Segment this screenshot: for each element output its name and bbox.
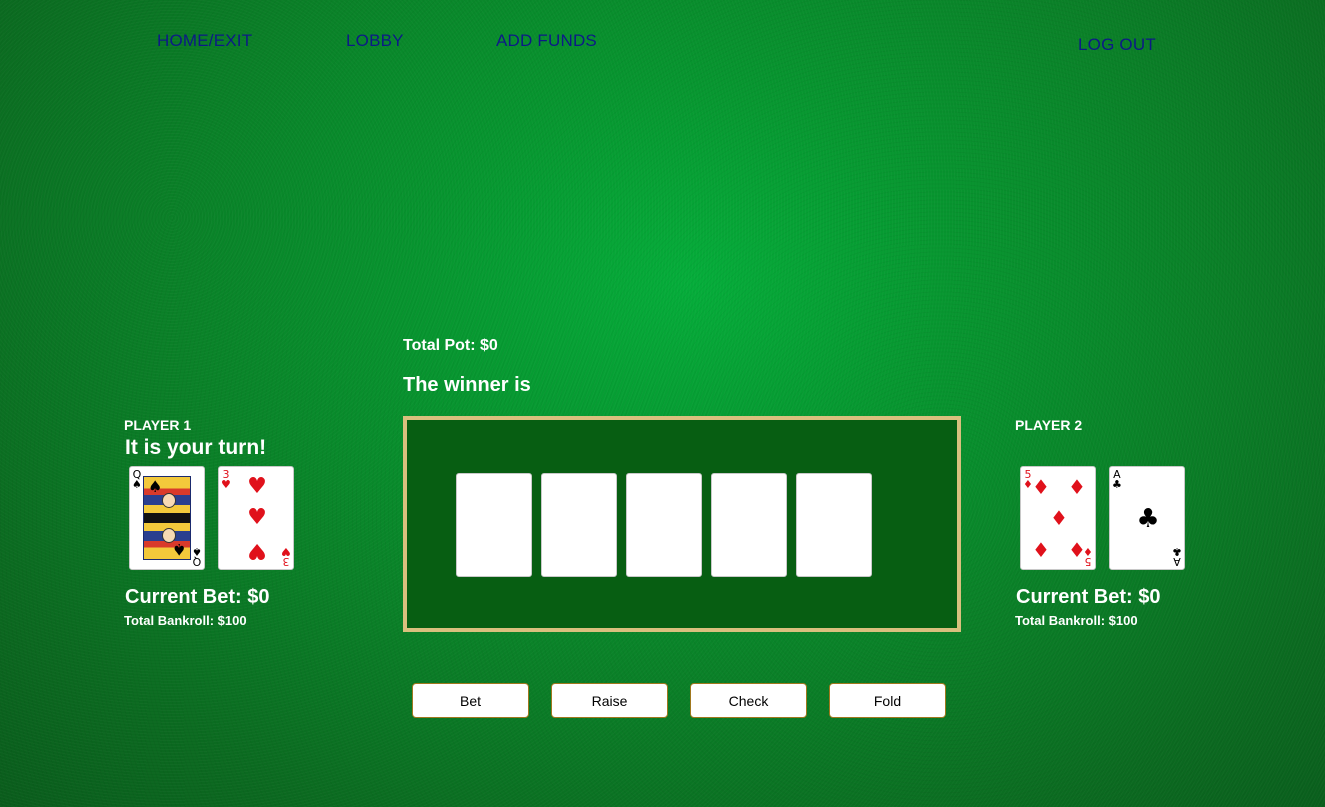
card-corner: Q ♠ (132, 469, 142, 491)
player2-current-bet: Current Bet: $0 (1016, 586, 1161, 608)
heart-icon: ♥ (247, 474, 267, 499)
card-suit: ♦ (1083, 545, 1093, 558)
player2-name: PLAYER 2 (1015, 417, 1083, 433)
diamond-icon: ♦ (1068, 475, 1086, 499)
raise-button[interactable]: Raise (551, 683, 668, 718)
turn-status: It is your turn! (125, 436, 267, 459)
card-suit: ♥ (281, 545, 291, 558)
spade-icon: ♠ (171, 540, 186, 559)
player1-card-2: 3 ♥ ♥ ♥ ♥ 3 ♥ (218, 466, 294, 570)
card-suit: ♥ (221, 478, 231, 491)
community-card-5 (796, 473, 872, 577)
community-board (403, 416, 961, 632)
player2-bankroll: Total Bankroll: $100 (1015, 613, 1138, 628)
queen-head-top (162, 493, 176, 508)
card-suit: ♠ (132, 478, 142, 491)
card-corner: A ♣ (1172, 545, 1182, 568)
player1-name: PLAYER 1 (124, 417, 192, 433)
card-corner: Q ♠ (192, 545, 202, 568)
nav-lobby-link[interactable]: LOBBY (346, 31, 404, 51)
player2-card-2: A ♣ ♣ A ♣ (1109, 466, 1185, 570)
player1-current-bet: Current Bet: $0 (125, 586, 270, 608)
community-card-1 (456, 473, 532, 577)
card-corner: 3 ♥ (221, 469, 231, 491)
player1-card-1: Q ♠ ♠ ♠ Q ♠ (129, 466, 205, 570)
community-card-2 (541, 473, 617, 577)
diamond-icon: ♦ (1050, 506, 1068, 530)
check-button[interactable]: Check (690, 683, 807, 718)
nav-home-exit-link[interactable]: HOME/EXIT (157, 31, 252, 51)
card-suit: ♠ (192, 545, 202, 558)
fold-button[interactable]: Fold (829, 683, 946, 718)
card-corner: 5 ♦ (1083, 545, 1093, 568)
spade-icon: ♠ (148, 477, 163, 496)
nav-add-funds-link[interactable]: ADD FUNDS (496, 31, 597, 51)
bet-button[interactable]: Bet (412, 683, 529, 718)
total-pot: Total Pot: $0 (403, 337, 498, 354)
card-corner: 3 ♥ (281, 545, 291, 568)
club-icon: ♣ (1136, 504, 1160, 534)
player2-card-1: 5 ♦ ♦ ♦ ♦ ♦ ♦ 5 ♦ (1020, 466, 1096, 570)
diamond-icon: ♦ (1032, 538, 1050, 562)
community-card-3 (626, 473, 702, 577)
heart-icon: ♥ (247, 538, 267, 563)
community-card-4 (711, 473, 787, 577)
card-corner: A ♣ (1112, 469, 1122, 491)
queen-face-art: ♠ ♠ (143, 476, 191, 560)
card-suit: ♣ (1172, 545, 1182, 558)
nav-logout-link[interactable]: LOG OUT (1078, 35, 1156, 55)
card-suit: ♣ (1112, 478, 1122, 491)
diamond-icon: ♦ (1032, 475, 1050, 499)
heart-icon: ♥ (247, 505, 267, 530)
player1-bankroll: Total Bankroll: $100 (124, 613, 247, 628)
winner-label: The winner is (403, 374, 531, 396)
